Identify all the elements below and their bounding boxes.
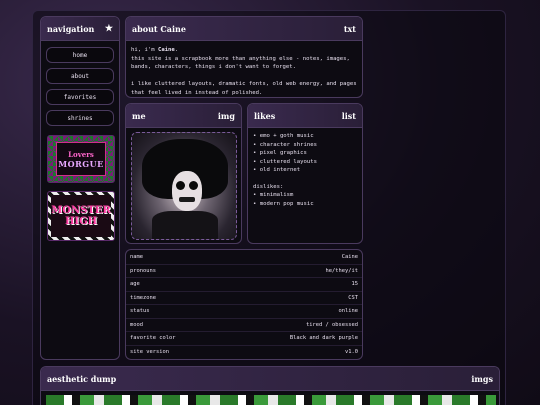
likes-tag: list: [341, 110, 356, 121]
me-title: me: [132, 110, 146, 121]
badge-inner: Lovers MORGUE: [56, 142, 106, 176]
info-row-mood: mood tired / obsessed: [126, 319, 362, 332]
monster-high-badge[interactable]: MONSTER HIGH: [47, 191, 115, 241]
aesthetic-dump-strip: [46, 395, 496, 405]
nav-favorites-button[interactable]: favorites: [46, 89, 114, 105]
photo-body: [152, 211, 218, 239]
info-key: age: [130, 281, 140, 288]
info-key: site version: [130, 349, 169, 356]
about-body: hi, i'm Caine. this site is a scrapbook …: [126, 41, 362, 97]
dislike-item: • minimalism: [253, 192, 294, 198]
likes-title: likes: [254, 110, 276, 121]
like-item: • character shrines: [253, 141, 317, 148]
badge-inner: MONSTER HIGH: [51, 195, 111, 237]
nav-home-label: home: [72, 51, 88, 59]
info-value: he/they/it: [325, 267, 358, 274]
info-value: 15: [351, 281, 359, 288]
nav-shrines-label: shrines: [67, 114, 93, 122]
star-icon: ★: [104, 23, 113, 34]
info-key: timezone: [130, 294, 156, 301]
info-row-timezone: timezone CST: [126, 292, 362, 305]
info-value: online: [338, 308, 358, 315]
about-panel: about Caine txt hi, i'm Caine. this site…: [125, 16, 363, 98]
like-item: • cluttered layouts: [253, 158, 317, 165]
nav-shrines-button[interactable]: shrines: [46, 110, 114, 126]
nav-about-label: about: [70, 72, 90, 80]
greeting-name: Caine: [157, 47, 175, 53]
info-row-site-version: site version v1.0: [126, 346, 362, 360]
me-photo: [131, 132, 237, 240]
greeting-suffix: .: [174, 47, 179, 53]
info-value: tired / obsessed: [306, 321, 358, 328]
me-header: me img: [126, 104, 241, 128]
about-line: that feel lived in instead of polished.: [131, 89, 263, 96]
info-row-age: age 15: [126, 278, 362, 292]
badge-text-top: Lovers: [68, 149, 94, 159]
likes-body: • emo + goth music • character shrines •…: [248, 128, 362, 212]
about-line: bands, characters, things i don't want t…: [131, 64, 297, 70]
nav-about-button[interactable]: about: [46, 68, 114, 84]
me-tag: img: [217, 110, 235, 121]
info-row-pronouns: pronouns he/they/it: [126, 265, 362, 278]
navigation-header: navigation ★: [41, 17, 119, 41]
greeting-prefix: hi, i'm: [131, 47, 158, 53]
about-header: about Caine txt: [126, 17, 362, 41]
badge-text-bottom: MORGUE: [58, 158, 104, 169]
info-key: name: [130, 254, 143, 261]
navigation-panel: navigation ★ home about favorites shrine…: [40, 16, 120, 360]
lovers-morgue-badge[interactable]: Lovers MORGUE: [47, 135, 115, 183]
info-row-status: status online: [126, 305, 362, 319]
aesthetic-dump-title: aesthetic dump: [47, 373, 117, 384]
info-key: pronouns: [130, 267, 156, 274]
about-greeting: hi, i'm Caine.: [131, 46, 357, 55]
likes-panel: likes list • emo + goth music • characte…: [247, 103, 363, 244]
info-row-name: name Caine: [126, 251, 362, 265]
photo-mouth: [179, 197, 195, 202]
info-panel: name Caine pronouns he/they/it age 15 timez…: [125, 249, 363, 360]
navigation-title: navigation: [47, 23, 95, 34]
info-key: favorite color: [130, 335, 176, 342]
info-value: Caine: [341, 254, 358, 261]
badge-text-bottom: HIGH: [64, 216, 98, 227]
dislike-item: • modern pop music: [253, 200, 314, 207]
nav-favorites-label: favorites: [63, 93, 97, 101]
nav-home-button[interactable]: home: [46, 47, 114, 63]
about-tag: txt: [343, 23, 356, 34]
about-line: i like cluttered layouts, dramatic fonts…: [131, 81, 357, 87]
like-item: • old internet: [253, 167, 301, 173]
badge-text-top: MONSTER: [51, 205, 111, 216]
info-value: Black and dark purple: [289, 335, 358, 342]
info-value: v1.0: [345, 349, 358, 356]
me-panel: me img: [125, 103, 242, 244]
info-value: CST: [348, 294, 358, 301]
about-title: about Caine: [132, 23, 186, 34]
aesthetic-dump-panel: aesthetic dump imgs: [40, 366, 500, 405]
about-line: this site is a scrapbook more than anyth…: [131, 55, 350, 62]
aesthetic-dump-tag: imgs: [471, 373, 493, 384]
likes-header: likes list: [248, 104, 362, 128]
photo-eye: [189, 181, 198, 190]
like-item: • pixel graphics: [253, 150, 307, 156]
info-key: mood: [130, 321, 143, 328]
info-key: status: [130, 308, 150, 315]
like-item: • emo + goth music: [253, 133, 314, 139]
photo-eye: [176, 181, 185, 190]
photo-face: [172, 171, 202, 211]
info-row-favorite-color: favorite color Black and dark purple: [126, 332, 362, 346]
aesthetic-dump-header: aesthetic dump imgs: [41, 367, 499, 391]
dislikes-label: dislikes:: [253, 183, 284, 190]
